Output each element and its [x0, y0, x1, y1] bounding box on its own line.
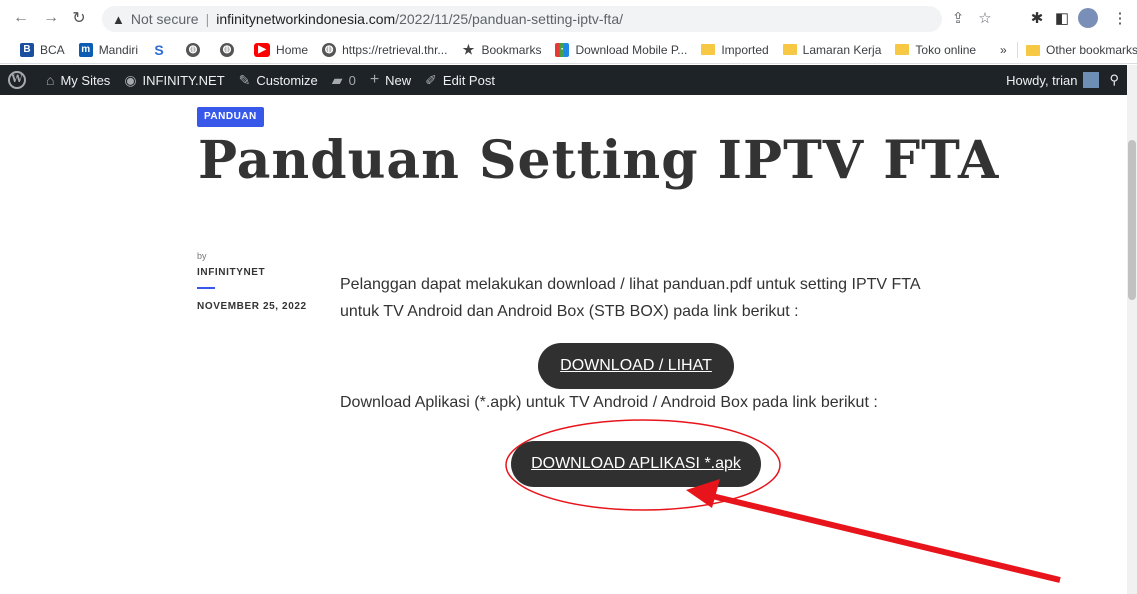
customize-label: Customize	[256, 72, 318, 88]
byline-prefix: by	[197, 251, 207, 261]
security-label: Not secure	[130, 11, 199, 27]
my-sites-label: My Sites	[60, 72, 111, 88]
back-icon[interactable]: ←	[10, 7, 32, 29]
globe-icon: ◍	[186, 42, 201, 57]
bookmark-home[interactable]: ▶ Home	[254, 42, 309, 57]
wordpress-icon: W	[8, 71, 26, 89]
star-icon[interactable]: ☆	[973, 6, 997, 30]
bookmark-bookmarks[interactable]: ★ Bookmarks	[461, 41, 542, 57]
bookmark-bca[interactable]: B BCA	[20, 42, 65, 57]
wp-admin-bar: W ⌂ My Sites ◉ INFINITY.NET ✎ Customize …	[0, 65, 1127, 95]
s-logo-icon: S	[154, 41, 164, 58]
new-content-menu[interactable]: + New	[370, 71, 411, 89]
bookmark-label: Bookmarks	[481, 42, 542, 57]
url-path: /2022/11/25/panduan-setting-iptv-fta/	[395, 11, 623, 27]
folder-icon	[1026, 44, 1040, 56]
menu-icon[interactable]: ⋮	[1108, 6, 1132, 30]
brush-icon: ✎	[238, 71, 251, 88]
folder-icon	[782, 44, 797, 55]
bookmarks-divider	[1017, 42, 1018, 58]
star-icon: ★	[462, 41, 475, 57]
site-name-menu[interactable]: ◉ INFINITY.NET	[124, 72, 224, 89]
chevron-double-icon: »	[1000, 43, 1007, 57]
category-badge[interactable]: PANDUAN	[197, 107, 264, 127]
my-sites-menu[interactable]: ⌂ My Sites	[46, 72, 110, 88]
author-divider	[197, 287, 215, 289]
post-title: Panduan Setting IPTV FTA	[198, 130, 1000, 191]
bookmark-label: Download Mobile P...	[575, 42, 688, 57]
bookmark-label: Mandiri	[98, 42, 139, 57]
edit-post-label: Edit Post	[442, 72, 495, 88]
post-paragraph-1: Pelanggan dapat melakukan download / lih…	[340, 276, 920, 320]
bookmarks-overflow[interactable]: »	[1000, 43, 1007, 57]
bookmark-folder-lamaran[interactable]: Lamaran Kerja	[782, 42, 882, 57]
mandiri-icon: m	[78, 42, 93, 57]
extensions-icon[interactable]: ✱	[1025, 6, 1049, 30]
bookmark-other[interactable]: Other bookmarks	[1026, 43, 1137, 57]
folder-icon	[701, 44, 716, 55]
comments-menu[interactable]: ▰ 0	[332, 72, 356, 89]
customize-menu[interactable]: ✎ Customize	[239, 72, 318, 89]
grid-icon: ·	[555, 42, 570, 57]
url-separator: |	[205, 11, 210, 27]
scrollbar-thumb[interactable]	[1128, 140, 1136, 300]
comments-count: 0	[348, 72, 356, 88]
bookmark-folder-imported[interactable]: Imported	[701, 42, 769, 57]
arrow-shaft	[711, 493, 1061, 583]
howdy-label: Howdy, trian	[1006, 72, 1078, 88]
url-domain: infinitynetworkindonesia.com	[216, 11, 396, 27]
bookmark-globe-2[interactable]: ◍	[220, 42, 240, 57]
bookmark-s[interactable]: S	[152, 43, 172, 57]
download-aplikasi-button[interactable]: DOWNLOAD APLIKASI *.apk	[511, 441, 761, 487]
bookmark-folder-toko[interactable]: Toko online	[895, 43, 976, 57]
bookmark-label: Lamaran Kerja	[802, 42, 882, 57]
bookmark-label: Imported	[721, 42, 769, 57]
folder-icon	[895, 44, 910, 55]
dashboard-icon: ◉	[124, 71, 137, 88]
site-name-label: INFINITY.NET	[142, 72, 225, 88]
post-date[interactable]: NOVEMBER 25, 2022	[197, 301, 307, 312]
post-author[interactable]: INFINITYNET	[197, 267, 265, 278]
bookmark-label: BCA	[40, 42, 65, 57]
bookmark-label: https://retrieval.thr...	[342, 42, 448, 57]
bookmark-retrieval[interactable]: ◍ https://retrieval.thr...	[322, 42, 448, 57]
bca-icon: B	[20, 42, 34, 57]
bookmark-download-mobile[interactable]: · Download Mobile P...	[555, 42, 688, 57]
globe-icon: ◍	[322, 42, 337, 57]
bookmark-label: Other bookmarks	[1046, 43, 1137, 57]
forward-icon[interactable]: →	[40, 7, 62, 29]
reload-icon[interactable]: ↻	[68, 7, 90, 29]
download-lihat-button[interactable]: DOWNLOAD / LIHAT	[538, 343, 734, 389]
globe-icon: ◍	[220, 42, 235, 57]
share-icon[interactable]: ⇪	[946, 6, 970, 30]
youtube-icon: ▶	[254, 42, 271, 57]
bookmark-mandiri[interactable]: m Mandiri	[78, 42, 139, 57]
browser-toolbar: ← → ↻ ▲ Not secure | infinitynetworkindo…	[0, 0, 1137, 36]
bookmark-globe-1[interactable]: ◍	[186, 42, 206, 57]
search-icon[interactable]: ⚲	[1109, 72, 1119, 88]
user-avatar	[1083, 72, 1100, 88]
side-panel-icon[interactable]: ◧	[1050, 6, 1074, 30]
my-sites-icon: ⌂	[46, 72, 55, 88]
address-bar[interactable]: ▲ Not secure | infinitynetworkindonesia.…	[102, 6, 942, 32]
post-paragraph-2: Download Aplikasi (*.apk) untuk TV Andro…	[340, 394, 878, 411]
wp-logo[interactable]: W	[8, 71, 26, 89]
admin-bar-right: Howdy, trian ⚲	[1006, 65, 1119, 95]
plus-icon: +	[369, 71, 380, 88]
new-label: New	[385, 72, 412, 88]
bookmarks-bar: B BCA m Mandiri S ◍ ◍ ▶ Home ◍ https://r…	[0, 36, 1137, 64]
comment-icon: ▰	[331, 71, 343, 88]
pencil-icon: ✐	[425, 71, 437, 88]
bookmark-label: Toko online	[915, 42, 977, 57]
bookmark-label: Home	[276, 42, 309, 57]
howdy-menu[interactable]: Howdy, trian	[1006, 72, 1100, 88]
profile-avatar[interactable]	[1076, 6, 1100, 30]
warning-icon: ▲	[112, 11, 125, 27]
edit-post-menu[interactable]: ✐ Edit Post	[425, 72, 495, 89]
